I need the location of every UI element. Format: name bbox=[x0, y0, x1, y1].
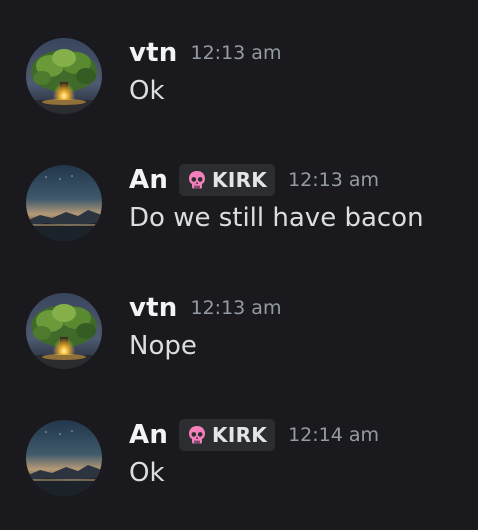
timestamp[interactable]: 12:14 am bbox=[288, 424, 379, 446]
tree-avatar-icon bbox=[26, 38, 102, 114]
username[interactable]: An bbox=[129, 165, 168, 195]
message-header: An KIRK 12:13 am bbox=[129, 163, 379, 197]
message-text: Ok bbox=[129, 458, 165, 488]
message-header: vtn 12:13 am bbox=[129, 36, 281, 70]
message-text: Ok bbox=[129, 76, 165, 106]
tree-avatar-icon bbox=[26, 293, 102, 369]
timestamp[interactable]: 12:13 am bbox=[191, 297, 282, 319]
username[interactable]: vtn bbox=[129, 293, 178, 323]
username[interactable]: An bbox=[129, 420, 168, 450]
message-item[interactable]: An KIRK 12:14 am Ok bbox=[0, 418, 478, 528]
message-text: Nope bbox=[129, 331, 197, 361]
sunset-avatar-icon bbox=[26, 165, 102, 241]
message-item[interactable]: An KIRK 12:13 am Do we still have bacon bbox=[0, 163, 478, 273]
timestamp[interactable]: 12:13 am bbox=[288, 169, 379, 191]
skull-icon bbox=[189, 426, 206, 444]
chat-message-list: vtn 12:13 am Ok An KIRK 12:13 am Do we s… bbox=[0, 0, 478, 530]
message-text: Do we still have bacon bbox=[129, 203, 424, 233]
user-avatar[interactable] bbox=[26, 293, 102, 369]
timestamp[interactable]: 12:13 am bbox=[191, 42, 282, 64]
role-tag-label: KIRK bbox=[212, 423, 268, 447]
message-header: vtn 12:13 am bbox=[129, 291, 281, 325]
message-item[interactable]: vtn 12:13 am Nope bbox=[0, 291, 478, 401]
message-header: An KIRK 12:14 am bbox=[129, 418, 379, 452]
user-avatar[interactable] bbox=[26, 165, 102, 241]
skull-icon bbox=[189, 171, 206, 189]
role-tag-label: KIRK bbox=[212, 168, 268, 192]
user-avatar[interactable] bbox=[26, 38, 102, 114]
username[interactable]: vtn bbox=[129, 38, 178, 68]
user-avatar[interactable] bbox=[26, 420, 102, 496]
role-tag[interactable]: KIRK bbox=[179, 164, 276, 196]
sunset-avatar-icon bbox=[26, 420, 102, 496]
message-item[interactable]: vtn 12:13 am Ok bbox=[0, 36, 478, 146]
role-tag[interactable]: KIRK bbox=[179, 419, 276, 451]
